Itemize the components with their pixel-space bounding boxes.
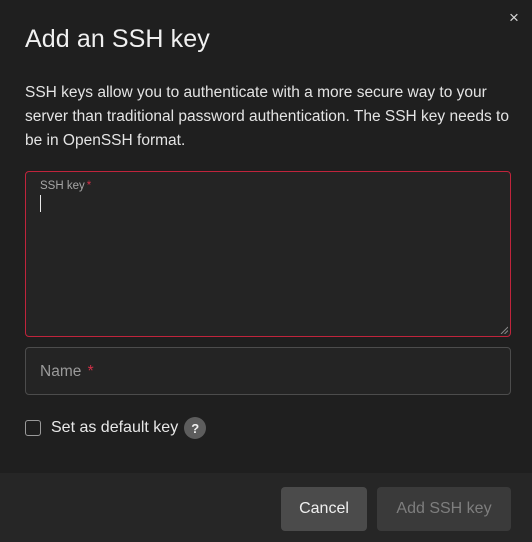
add-ssh-key-dialog: × Add an SSH key SSH keys allow you to a… [0,0,532,542]
ssh-key-field[interactable]: SSH key * [25,171,511,337]
name-field[interactable]: Name * [25,347,511,395]
default-key-checkbox[interactable] [25,420,41,436]
dialog-footer: Cancel Add SSH key [0,473,532,542]
help-icon[interactable]: ? [184,417,207,439]
ssh-key-textarea[interactable] [40,196,498,324]
ssh-key-label: SSH key * [40,180,92,192]
close-icon[interactable]: × [506,9,522,27]
name-input[interactable] [26,348,510,394]
required-mark: * [86,180,92,192]
default-key-row: Set as default key ? [25,416,207,440]
dialog-title: Add an SSH key [25,25,210,53]
add-ssh-key-button[interactable]: Add SSH key [377,487,511,531]
default-key-label[interactable]: Set as default key [51,419,178,437]
dialog-description: SSH keys allow you to authenticate with … [25,84,509,149]
resize-grip-icon[interactable] [500,326,508,334]
cancel-button[interactable]: Cancel [281,487,367,531]
